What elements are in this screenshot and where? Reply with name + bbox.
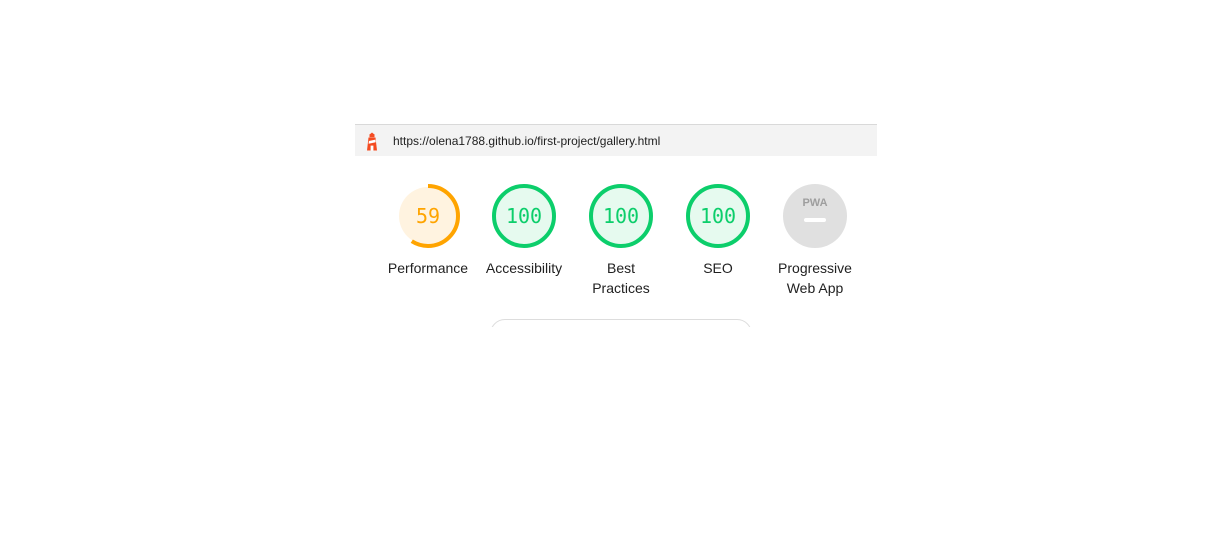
gauge-accessibility[interactable]: 100 Accessibility	[474, 184, 574, 278]
gauge-best-practices[interactable]: 100 Best Practices	[571, 184, 671, 298]
gauge-performance-label: Performance	[387, 260, 469, 276]
gauge-accessibility-score: 100	[505, 204, 543, 228]
gauge-seo[interactable]: 100 SEO	[668, 184, 768, 278]
gauge-accessibility-label: Accessibility	[485, 260, 563, 276]
next-section-card-clip	[355, 319, 877, 327]
next-section-card	[490, 319, 752, 327]
report-url[interactable]: https://olena1788.github.io/first-projec…	[393, 134, 660, 148]
gauge-seo-score: 100	[699, 204, 737, 228]
pwa-badge-icon: PWA	[783, 184, 847, 248]
lighthouse-report: https://olena1788.github.io/first-projec…	[355, 124, 877, 334]
gauge-performance[interactable]: 59 Performance	[378, 184, 478, 278]
pwa-badge-text: PWA	[802, 197, 827, 209]
gauge-performance-score: 59	[415, 204, 441, 228]
report-url-bar: https://olena1788.github.io/first-projec…	[355, 124, 877, 156]
gauge-seo-label: SEO	[703, 260, 733, 276]
gauge-best-practices-label: Best Practices	[592, 260, 650, 296]
gauge-best-practices-score: 100	[602, 204, 640, 228]
gauge-pwa-label: Progressive Web App	[778, 260, 852, 296]
gauge-pwa[interactable]: PWA Progressive Web App	[765, 184, 865, 298]
lighthouse-icon	[367, 132, 377, 151]
